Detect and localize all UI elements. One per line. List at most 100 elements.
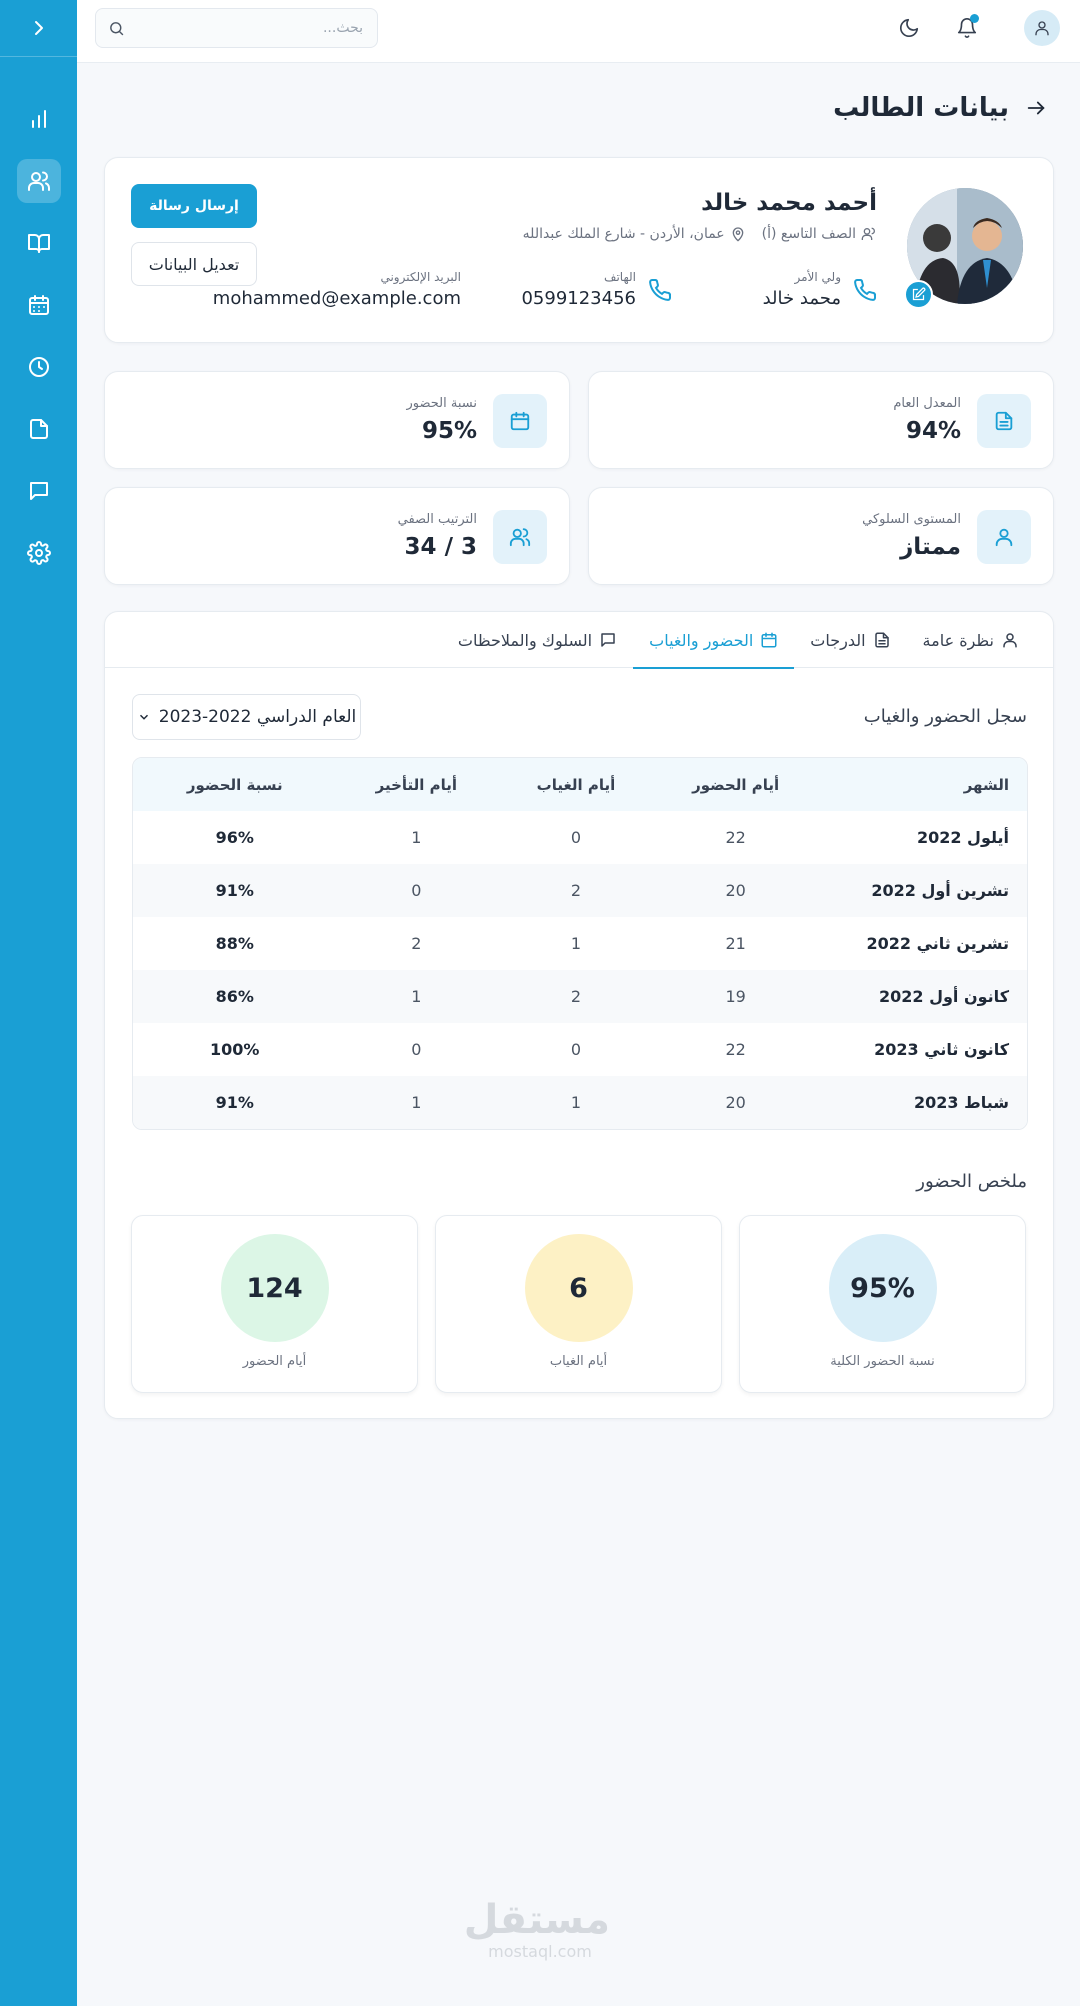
summary-label: أيام الحضور xyxy=(242,1354,307,1369)
student-location-text: عمان، الأردن - شارع الملك عبدالله xyxy=(522,226,725,242)
search-input[interactable]: بحث... xyxy=(95,8,378,48)
cell-month: كانون أول 2022 xyxy=(879,987,1009,1006)
stat-value: ممتاز xyxy=(900,534,961,560)
sidebar-toggle-button[interactable] xyxy=(0,0,77,57)
user-avatar-button[interactable] xyxy=(1024,10,1060,46)
summary-value-circle: 95% xyxy=(828,1234,937,1342)
tab-grades[interactable]: الدرجات xyxy=(794,612,906,668)
cell-late: 1 xyxy=(411,987,422,1006)
book-open-icon xyxy=(27,234,50,253)
calendar-icon xyxy=(493,394,547,448)
tab-label: الحضور والغياب xyxy=(649,630,754,650)
edit-data-button[interactable]: تعديل البيانات xyxy=(131,242,257,286)
stat-card-gpa: المعدل العام 94% xyxy=(588,371,1054,469)
cell-late: 1 xyxy=(411,828,422,847)
student-profile-card: أحمد محمد خالد الصف التاسع (أ) عمان، الأ… xyxy=(104,157,1054,343)
cell-rate: 96% xyxy=(215,828,254,847)
cell-rate: 88% xyxy=(215,934,254,953)
cell-present: 21 xyxy=(725,934,746,953)
watermark-latin: mostaql.com xyxy=(488,1942,592,1961)
student-meta: الصف التاسع (أ) عمان، الأردن - شارع المل… xyxy=(523,226,877,242)
tab-label: السلوك والملاحظات xyxy=(457,630,593,650)
header-cell-absent: أيام الغياب xyxy=(536,775,616,794)
header-cell-present: أيام الحضور xyxy=(692,775,780,794)
sidebar-item-schedule[interactable] xyxy=(17,345,61,389)
stat-value: 94% xyxy=(905,418,961,444)
stat-label: الترتيب الصفي xyxy=(397,512,477,527)
moon-icon xyxy=(899,18,919,38)
tab-overview[interactable]: نظرة عامة xyxy=(907,612,1035,668)
send-message-button[interactable]: إرسال رسالة xyxy=(131,184,257,228)
sidebar-item-documents[interactable] xyxy=(17,407,61,451)
guardian-label: ولي الأمر xyxy=(794,270,842,284)
file-icon xyxy=(29,419,48,439)
table-header-row: الشهر أيام الحضور أيام الغياب أيام التأخ… xyxy=(133,758,1027,811)
sidebar-item-students[interactable] xyxy=(16,159,61,203)
users-icon xyxy=(493,510,547,564)
sidebar xyxy=(0,0,77,2006)
cell-late: 1 xyxy=(411,1093,422,1112)
student-class-text: الصف التاسع (أ) xyxy=(761,226,856,242)
stat-label: المعدل العام xyxy=(893,396,961,411)
edit-photo-button[interactable] xyxy=(904,280,933,309)
user-icon xyxy=(1035,21,1049,36)
bar-chart-icon xyxy=(31,110,46,128)
sidebar-item-settings[interactable] xyxy=(17,531,61,575)
cell-rate: 91% xyxy=(215,881,254,900)
header-cell-rate: نسبة الحضور xyxy=(186,775,283,794)
cell-present: 22 xyxy=(725,828,746,847)
summary-label: نسبة الحضور الكلية xyxy=(830,1354,935,1369)
sidebar-item-calendar[interactable] xyxy=(17,283,61,327)
student-class: الصف التاسع (أ) xyxy=(762,226,877,242)
attendance-table: الشهر أيام الحضور أيام الغياب أيام التأخ… xyxy=(132,757,1028,1130)
phone-icon xyxy=(854,278,877,301)
cell-absent: 0 xyxy=(570,828,582,847)
phone-info: الهاتف 0599123456 xyxy=(521,270,672,309)
gear-icon xyxy=(26,541,51,565)
student-location: عمان، الأردن - شارع الملك عبدالله xyxy=(523,226,746,242)
clock-icon xyxy=(28,357,49,377)
notification-dot xyxy=(970,14,979,23)
cell-present: 19 xyxy=(725,987,746,1006)
users-icon xyxy=(27,171,50,191)
table-row: تشرين أول 2022 20 2 0 91% xyxy=(133,864,1027,917)
message-icon xyxy=(601,633,615,647)
top-bar: بحث... xyxy=(77,0,1080,63)
tab-attendance[interactable]: الحضور والغياب xyxy=(633,612,795,669)
header-cell-month: الشهر xyxy=(963,775,1009,794)
dark-mode-toggle[interactable] xyxy=(891,10,927,46)
cell-present: 20 xyxy=(725,1093,746,1112)
cell-absent: 0 xyxy=(570,1040,582,1059)
cell-absent: 2 xyxy=(570,987,582,1006)
academic-year-select[interactable]: العام الدراسي 2022-2023 xyxy=(132,694,361,740)
summary-card-overall: 95% نسبة الحضور الكلية xyxy=(739,1215,1026,1393)
cell-late: 0 xyxy=(411,881,422,900)
cell-rate: 91% xyxy=(215,1093,254,1112)
cell-late: 0 xyxy=(411,1040,422,1059)
stat-label: نسبة الحضور xyxy=(406,396,477,411)
sidebar-item-courses[interactable] xyxy=(17,221,61,265)
sidebar-item-messages[interactable] xyxy=(17,469,61,513)
phone-label: الهاتف xyxy=(604,270,636,284)
cell-present: 20 xyxy=(725,881,746,900)
cell-month: شباط 2023 xyxy=(914,1093,1009,1112)
tab-label: نظرة عامة xyxy=(922,630,994,650)
cell-rate: 86% xyxy=(215,987,254,1006)
sidebar-item-dashboard[interactable] xyxy=(17,97,61,141)
tab-behavior[interactable]: السلوك والملاحظات xyxy=(442,612,633,668)
notifications-button[interactable] xyxy=(949,10,985,46)
message-icon xyxy=(29,482,48,500)
calendar-icon xyxy=(761,632,777,648)
phone-value: 0599123456 xyxy=(521,288,636,309)
student-name: أحمد محمد خالد xyxy=(701,190,877,216)
stat-card-attendance: نسبة الحضور 95% xyxy=(104,371,570,469)
map-pin-icon xyxy=(732,227,743,242)
summary-card-present: 124 أيام الحضور xyxy=(131,1215,418,1393)
cell-month: تشرين أول 2022 xyxy=(871,881,1009,900)
document-icon xyxy=(874,632,889,648)
table-row: تشرين ثاني 2022 21 1 2 88% xyxy=(133,917,1027,970)
stat-card-rank: الترتيب الصفي 3 / 34 xyxy=(104,487,570,585)
cell-month: تشرين ثاني 2022 xyxy=(866,934,1009,953)
attendance-log-title: سجل الحضور والغياب xyxy=(863,706,1027,727)
arrow-back-icon[interactable] xyxy=(1025,97,1047,119)
